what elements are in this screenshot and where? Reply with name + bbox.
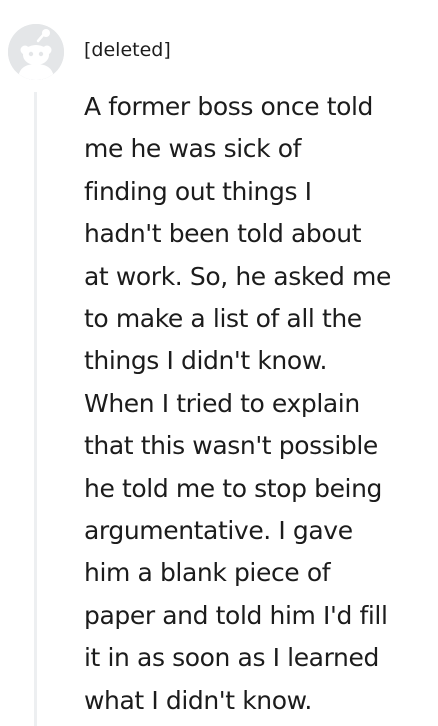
comment-body-line: finding out things I (84, 176, 312, 206)
comment-body-line: he told me to stop being (84, 473, 383, 503)
snoo-avatar-icon-graphic (8, 24, 64, 80)
comment-body-line: him a blank piece of (84, 558, 331, 588)
comment-body-line: A former boss once told (84, 92, 374, 121)
comment-body-line: argumentative. I gave (84, 516, 353, 546)
comment-body-line: at work. So, he asked me (84, 261, 391, 291)
thread-line[interactable] (34, 92, 37, 726)
snoo-avatar-icon[interactable] (8, 24, 64, 80)
comment-author[interactable]: [deleted] (84, 38, 171, 62)
comment-body-line: paper and told him I'd fill (84, 600, 388, 630)
comment-body-line: what I didn't know. (84, 685, 312, 715)
comment-body-line: that this wasn't possible (84, 431, 378, 461)
comment-body-line: hadn't been told about (84, 219, 362, 249)
comment-body-line: When I tried to explain (84, 388, 360, 418)
comment-body-line: me he was sick of (84, 134, 302, 164)
comment-body: A former boss once told me he was sick o… (84, 86, 424, 722)
comment: [deleted] A former boss once told me he … (0, 0, 438, 726)
comment-body-line: it in as soon as I learned (84, 643, 379, 673)
comment-body-line: to make a list of all the (84, 304, 362, 334)
comment-body-line: things I didn't know. (84, 346, 328, 376)
